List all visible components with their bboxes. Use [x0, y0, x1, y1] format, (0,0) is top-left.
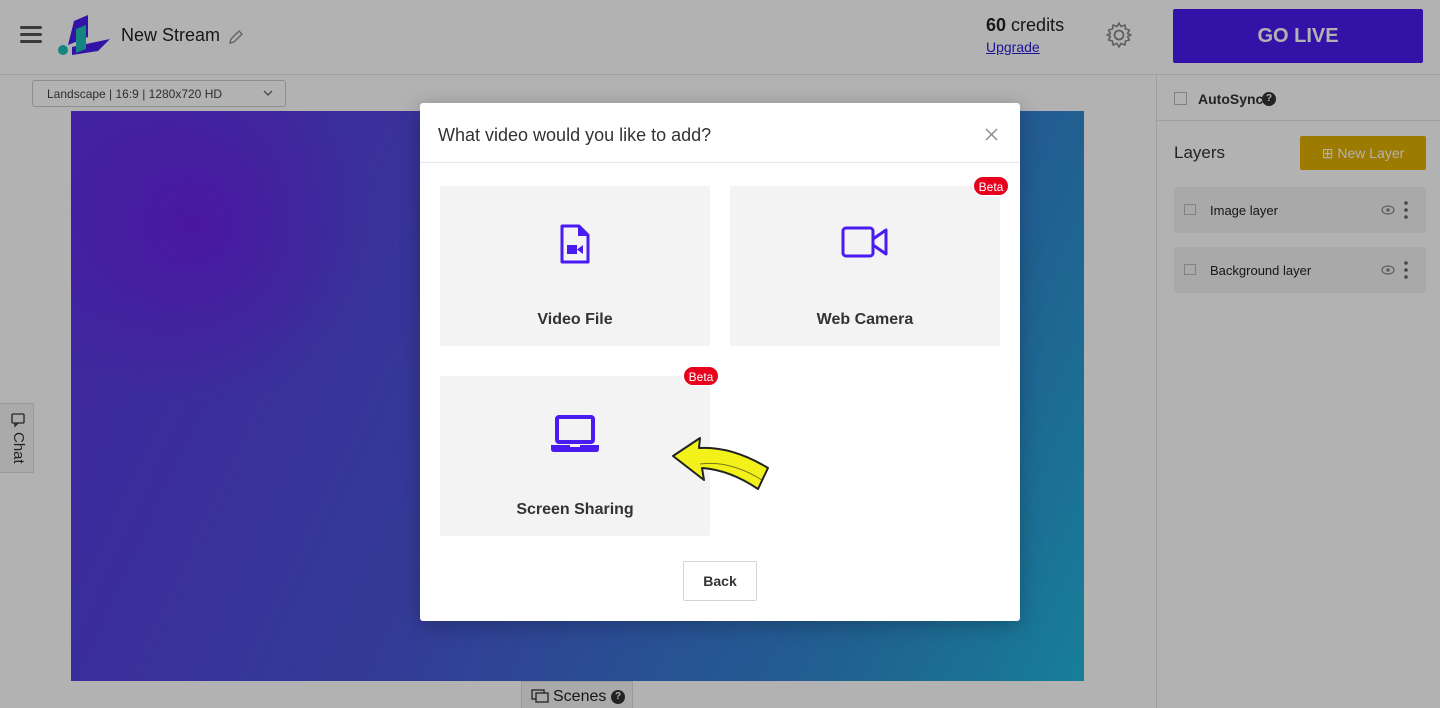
modal-header: What video would you like to add?: [420, 103, 1020, 163]
video-file-icon: [560, 224, 590, 264]
video-camera-icon: [841, 226, 888, 258]
option-video-file[interactable]: Video File: [440, 186, 710, 346]
add-video-modal: What video would you like to add? Video …: [420, 103, 1020, 621]
pointing-arrow-icon: [672, 437, 769, 490]
beta-badge: Beta: [973, 176, 1009, 196]
option-label: Screen Sharing: [516, 501, 634, 518]
laptop-icon: [551, 415, 599, 452]
close-icon[interactable]: [985, 128, 998, 141]
back-button[interactable]: Back: [683, 561, 757, 601]
modal-title: What video would you like to add?: [438, 125, 712, 145]
option-label: Web Camera: [816, 311, 914, 328]
beta-badge: Beta: [683, 366, 719, 386]
option-label: Video File: [537, 311, 613, 328]
option-web-camera[interactable]: Web Camera: [730, 186, 1000, 346]
